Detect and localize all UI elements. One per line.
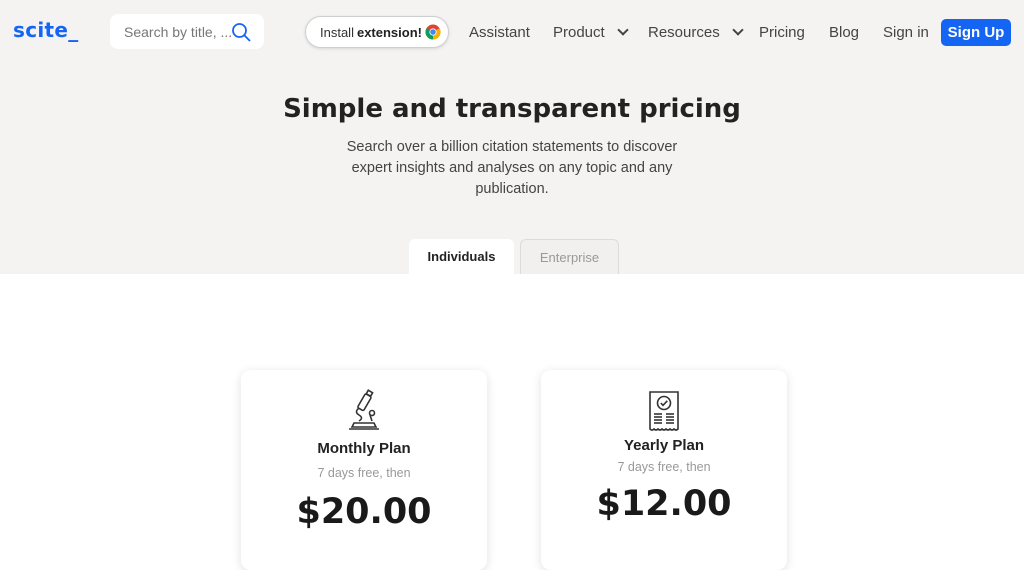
nav-pricing-label: Pricing bbox=[759, 24, 805, 41]
plan-card-yearly: Yearly Plan 7 days free, then $12.00 bbox=[541, 370, 787, 570]
search-icon[interactable] bbox=[231, 22, 251, 42]
nav-resources[interactable]: Resources bbox=[648, 24, 744, 41]
nav-resources-label: Resources bbox=[648, 24, 720, 41]
nav-sign-in-label: Sign in bbox=[883, 24, 929, 41]
chevron-down-icon bbox=[617, 24, 629, 36]
nav-assistant[interactable]: Assistant bbox=[469, 24, 530, 41]
plan-price: $12.00 bbox=[596, 484, 732, 524]
search-placeholder: Search by title, ... bbox=[124, 23, 233, 40]
search-input[interactable]: Search by title, ... bbox=[110, 14, 264, 49]
plan-name: Monthly Plan bbox=[317, 440, 411, 457]
install-label: Install bbox=[320, 24, 354, 40]
microscope-icon bbox=[349, 389, 379, 430]
plan-trial: 7 days free, then bbox=[617, 460, 711, 474]
tab-individuals[interactable]: Individuals bbox=[409, 239, 514, 274]
plan-trial: 7 days free, then bbox=[317, 466, 411, 480]
chevron-down-icon bbox=[732, 24, 744, 36]
nav-blog-label: Blog bbox=[829, 24, 860, 41]
nav-product-label: Product bbox=[553, 24, 605, 41]
install-label-bold: extension! bbox=[356, 24, 422, 40]
tab-enterprise[interactable]: Enterprise bbox=[520, 239, 619, 274]
plan-card-monthly: Monthly Plan 7 days free, then $20.00 bbox=[241, 370, 487, 570]
plan-name: Yearly Plan bbox=[623, 437, 705, 454]
page-title: Simple and transparent pricing bbox=[283, 94, 741, 124]
chrome-icon bbox=[425, 24, 441, 40]
nav-product[interactable]: Product bbox=[553, 24, 629, 41]
nav-pricing[interactable]: Pricing bbox=[759, 24, 805, 41]
plan-price: $20.00 bbox=[296, 492, 432, 532]
install-extension-button[interactable]: Install extension! bbox=[305, 16, 449, 48]
nav-assistant-label: Assistant bbox=[469, 24, 530, 41]
page-subtitle: Search over a billion citation statement… bbox=[346, 139, 678, 197]
nav-sign-in[interactable]: Sign in bbox=[883, 24, 929, 41]
scite-logo[interactable]: scite_ bbox=[13, 18, 79, 42]
nav-blog[interactable]: Blog bbox=[829, 24, 859, 41]
sign-up-button[interactable]: Sign Up bbox=[941, 19, 1011, 46]
receipt-check-icon bbox=[649, 391, 679, 431]
